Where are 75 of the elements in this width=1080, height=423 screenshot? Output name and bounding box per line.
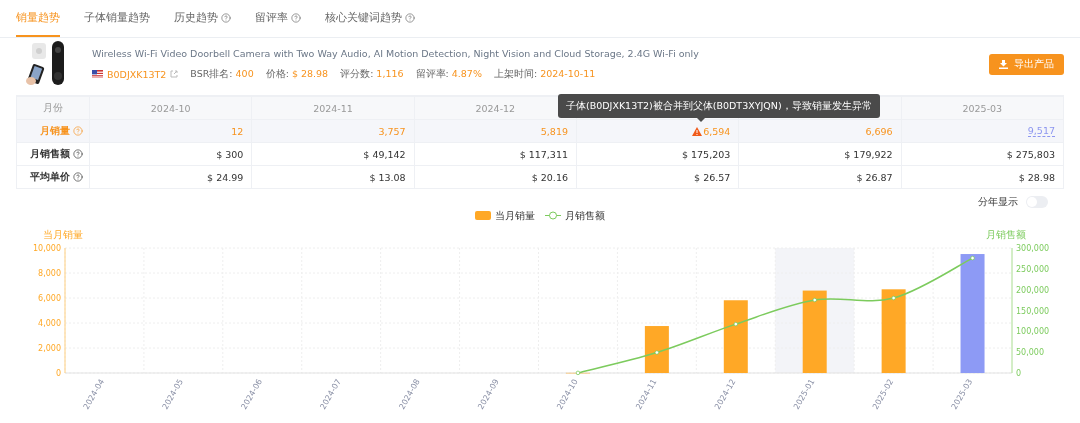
line-point[interactable] — [733, 321, 738, 327]
column-header: 2024-11 — [251, 96, 414, 119]
axis-title: 月销售额 — [986, 229, 1026, 240]
tab[interactable]: 历史趋势 — [174, 0, 231, 37]
column-header: 2025-03 — [900, 96, 1063, 119]
table-cell: $ 275,803 — [1006, 148, 1055, 160]
tick-label: 50,000 — [1016, 348, 1044, 358]
external-link-icon[interactable] — [170, 70, 179, 78]
row-label: 月销量 — [17, 119, 89, 142]
legend-label[interactable]: 月销售额 — [565, 208, 605, 223]
line-point[interactable] — [891, 295, 896, 301]
table-cell: 5,819 — [540, 125, 568, 137]
table-cell: $ 28.98 — [1018, 171, 1055, 183]
bar[interactable] — [723, 300, 748, 373]
legend-line-icon[interactable] — [545, 211, 561, 220]
download-icon — [999, 59, 1008, 69]
stat-label: 价格: — [265, 67, 289, 81]
line-point[interactable] — [575, 370, 581, 376]
table-cell: 9,517 — [1027, 125, 1055, 137]
stat-value: 1,116 — [376, 67, 404, 81]
stat-value: $ 28.98 — [291, 67, 329, 81]
tick-label: 200,000 — [1016, 285, 1050, 295]
table-cell: $ 26.87 — [856, 171, 893, 183]
stat-value: 400 — [235, 67, 254, 81]
product-title: Wireless Wi-Fi Video Doorbell Camera with Two Way Audio, AI Motion Detection, Night Vision and Cloud Storage, 2.4G Wi-Fi only — [92, 47, 700, 59]
table-cell: $ 117,311 — [519, 148, 568, 160]
tick-label: 2,000 — [38, 344, 61, 353]
table-cell: $ 13.08 — [369, 171, 406, 183]
tick-label: 250,000 — [1016, 264, 1050, 274]
stat-label: 评分数: — [340, 67, 374, 81]
legend-bar-icon[interactable] — [475, 211, 491, 220]
legend-label[interactable]: 当月销量 — [495, 208, 535, 223]
stat-label: BSR排名: — [190, 67, 233, 81]
tick-label: 150,000 — [1016, 306, 1050, 316]
table-cell: $ 179,922 — [844, 148, 893, 160]
table-cell: $ 24.99 — [207, 171, 244, 183]
line-point[interactable] — [812, 297, 817, 303]
line-point[interactable] — [970, 255, 975, 261]
warning-icon — [692, 126, 703, 136]
line-point[interactable] — [654, 350, 660, 355]
tab[interactable]: 核心关键词趋势 — [325, 0, 415, 37]
table-cell: $ 26.57 — [694, 171, 731, 183]
tick-label: 0 — [1016, 369, 1022, 378]
bar[interactable] — [960, 254, 985, 373]
table-cell: $ 175,203 — [681, 148, 731, 160]
tick-label: 10,000 — [33, 244, 61, 253]
table-cell: 6,696 — [865, 125, 893, 137]
table-cell: $ 49,142 — [363, 148, 406, 160]
tick-label: 8,000 — [38, 269, 61, 278]
table-cell: $ 300 — [216, 148, 244, 160]
stat-label: 留评率: — [415, 67, 449, 81]
table-cell: 12 — [231, 125, 244, 137]
toggle-label: 分年显示 — [978, 195, 1018, 209]
tab[interactable]: 留评率 — [255, 0, 301, 37]
tick-label: 6,000 — [38, 294, 61, 303]
tick-label: 0 — [55, 369, 61, 378]
table-cell: 6,594 — [692, 125, 731, 137]
stat-value: 2024-10-11 — [540, 67, 596, 81]
stat-label: 上架时间: — [493, 67, 538, 81]
tick-label: 4,000 — [38, 319, 61, 328]
table-cell: $ 20.16 — [531, 171, 568, 183]
axis-title: 当月销量 — [43, 229, 83, 240]
help-icon — [73, 149, 83, 159]
flag-icon — [92, 70, 103, 78]
bar[interactable] — [881, 289, 906, 373]
table-cell: 3,757 — [378, 125, 406, 137]
help-icon — [73, 126, 83, 136]
help-icon — [73, 172, 83, 182]
column-header: 2024-10 — [89, 96, 252, 119]
bar[interactable] — [644, 326, 669, 373]
column-header: 月份 — [17, 96, 89, 119]
stat-value: 4.87% — [451, 67, 482, 81]
tick-label: 300,000 — [1016, 244, 1050, 253]
tab[interactable]: 子体销量趋势 — [84, 0, 150, 37]
tick-label: 100,000 — [1016, 327, 1050, 337]
